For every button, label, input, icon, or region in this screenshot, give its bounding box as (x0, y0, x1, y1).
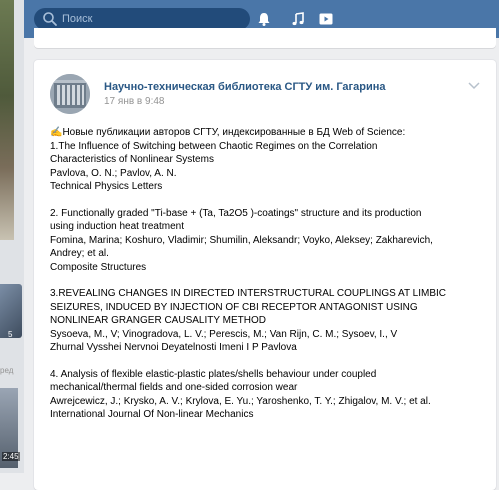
previous-post-card (34, 28, 496, 48)
community-avatar[interactable] (50, 74, 90, 114)
entry-line: Characteristics of Nonlinear Systems (50, 154, 214, 165)
search-icon (43, 12, 57, 26)
search-placeholder: Поиск (62, 13, 93, 25)
chevron-down-icon[interactable] (468, 82, 480, 90)
entry-journal: Technical Physics Letters (50, 181, 163, 192)
entry-journal: Composite Structures (50, 261, 147, 273)
entry-journal: Zhurnal Vysshei Nervnoi Deyatelnosti Ime… (50, 342, 297, 353)
entry-line: 4. Analysis of flexible elastic-plastic … (50, 368, 377, 380)
entry-authors: Sysoeva, M., V; Vinogradova, L. V.; Pere… (50, 328, 398, 340)
thumbnail-count: 5 (8, 330, 13, 339)
entry-line: mechanical/thermal fields and one-sided … (50, 382, 298, 393)
video-duration: 2:45 (2, 452, 20, 461)
entry-line: SEIZURES, INDUCED BY INJECTION OF CBI RE… (50, 301, 418, 313)
entry-line: 3.REVEALING CHANGES IN DIRECTED INTERSTR… (50, 288, 446, 299)
entry-authors: Pavlova, O. N.; Pavlov, A. N. (50, 167, 177, 179)
post-intro-line: ✍Новые публикации авторов СГТУ, индексир… (50, 126, 486, 140)
entry-authors: Awrejcewicz, J.; Krysko, A. V.; Krylova,… (50, 395, 431, 407)
entry-line: using induction heat treatment (50, 221, 184, 232)
post-intro: Новые публикации авторов СГТУ, индексиро… (62, 127, 406, 138)
post-text: ✍Новые публикации авторов СГТУ, индексир… (50, 126, 486, 435)
video-icon[interactable] (318, 11, 334, 27)
background-text: ред (0, 366, 14, 375)
post-card: Научно-техническая библиотека СГТУ им. Г… (34, 60, 496, 490)
post-author-link[interactable]: Научно-техническая библиотека СГТУ им. Г… (104, 81, 385, 93)
bell-icon[interactable] (256, 11, 272, 27)
entry-authors: Fomina, Marina; Koshuro, Vladimir; Shumi… (50, 234, 433, 246)
entry-line: NONLINEAR GRANGER CAUSALITY METHOD (50, 315, 266, 326)
background-page-strip: 5 ред 2:45 (0, 0, 24, 473)
post-date[interactable]: 17 янв в 9:48 (104, 96, 164, 107)
pencil-icon: ✍ (50, 127, 63, 138)
entry-line: 1.The Influence of Switching between Cha… (50, 140, 378, 152)
entry-journal: International Journal Of Non-linear Mech… (50, 409, 254, 420)
background-photo (0, 0, 14, 240)
music-icon[interactable] (290, 11, 306, 27)
entry-line: 2. Functionally graded "Ti-base + (Ta, T… (50, 207, 422, 219)
entry-authors: Andrey; et al. (50, 248, 109, 259)
search-input[interactable]: Поиск (34, 8, 250, 30)
